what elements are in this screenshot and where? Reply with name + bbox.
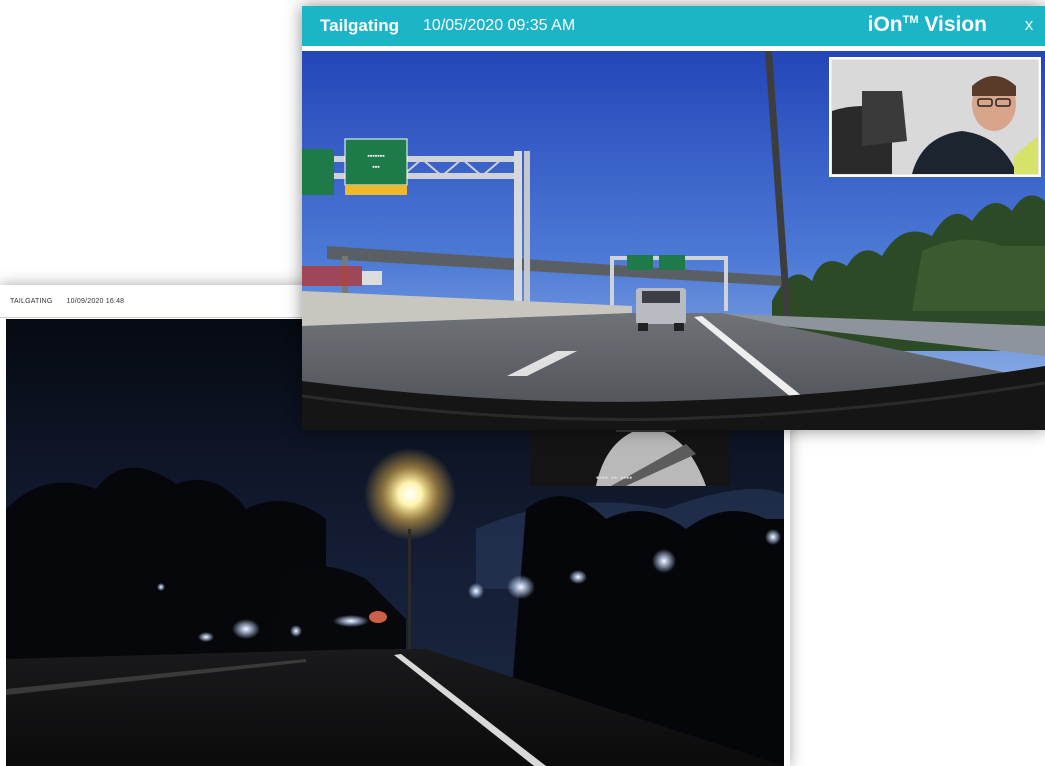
day-event-header: Tailgating 10/05/2020 09:35 AM iOnTM Vis… [302, 6, 1045, 46]
ion-vision-logo: iOnTM Vision [868, 13, 987, 37]
night-event-timestamp: 10/09/2020 16:48 [66, 297, 125, 305]
night-event-label: TAILGATING [10, 297, 53, 305]
brand-name: iOn [867, 13, 903, 36]
highway-scene: ▪▪▪▪▪▪▪ ▪▪▪ [302, 51, 1045, 430]
svg-text:▪▪▪▪ ▪▪ ▪▪▪▪: ▪▪▪▪ ▪▪ ▪▪▪▪ [596, 475, 632, 481]
close-icon[interactable]: x [1019, 15, 1039, 35]
brand-trademark: TM [902, 14, 919, 26]
day-event-window: Tailgating 10/05/2020 09:35 AM iOnTM Vis… [302, 6, 1045, 430]
day-event-label: Tailgating [320, 16, 400, 35]
day-event-timestamp: 10/05/2020 09:35 AM [423, 17, 576, 34]
svg-text:▪▪▪▪▪▪▪: ▪▪▪▪▪▪▪ [367, 153, 385, 160]
svg-text:▪▪▪: ▪▪▪ [372, 164, 380, 171]
day-dashcam-video[interactable]: ▪▪▪▪▪▪▪ ▪▪▪ [302, 51, 1045, 430]
brand-suffix: Vision [918, 13, 987, 36]
